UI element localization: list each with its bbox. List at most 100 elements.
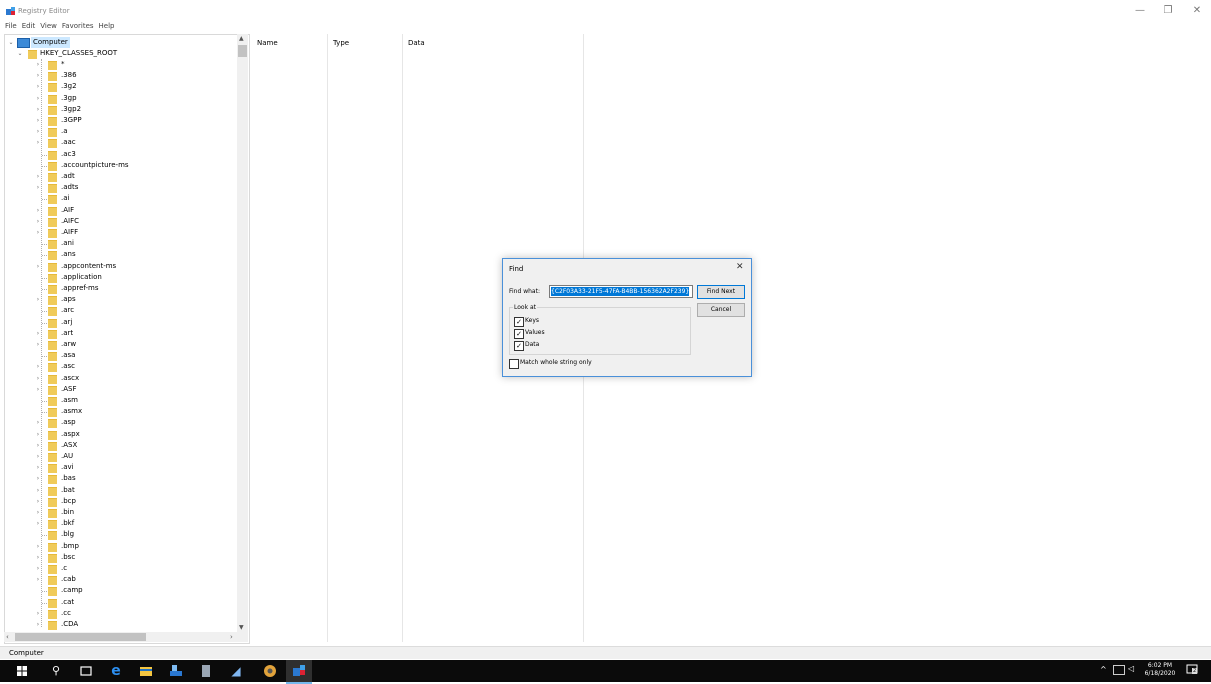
chevron-up-icon[interactable]: ^ [1100,665,1107,674]
tree-guide-line [42,277,47,279]
keys-checkbox[interactable]: ✓ [514,317,524,327]
clock[interactable]: 6:02 PM 6/18/2020 [1142,662,1178,678]
column-divider[interactable] [402,34,403,642]
scroll-down-icon[interactable]: ▼ [239,624,244,631]
menu-bar: File Edit View Favorites Help [0,22,400,33]
chevron-right-icon[interactable]: › [34,59,42,70]
find-what-input[interactable]: {C2F03A33-21F5-47FA-B4BB-156362A2F239} [549,285,693,298]
chevron-right-icon[interactable]: › [34,137,42,148]
tree-item-label: .cc [61,608,71,617]
tree-vertical-scrollbar[interactable] [237,34,248,632]
folder-icon [48,72,57,82]
action-center-icon[interactable]: 2 [1186,664,1198,676]
chevron-right-icon[interactable]: › [34,462,42,473]
scroll-right-icon[interactable]: › [230,633,233,641]
start-windows-icon[interactable] [14,663,30,679]
menu-favorites[interactable]: Favorites [62,22,94,30]
checkmark-icon: ✓ [516,342,522,350]
tree-vertical-scroll-thumb[interactable] [238,45,247,57]
chevron-right-icon[interactable]: › [34,619,42,630]
edge-browser-icon[interactable]: e [108,663,124,679]
chevron-right-icon[interactable]: › [34,541,42,552]
tree-item-label: .CDA [61,620,79,628]
media-icon[interactable] [262,663,278,679]
tree-item-label: .adts [61,183,79,192]
chevron-right-icon[interactable]: › [34,227,42,238]
chevron-right-icon[interactable]: › [34,518,42,529]
chevron-right-icon[interactable]: › [34,70,42,81]
tree-horizontal-scroll-thumb[interactable] [15,633,146,641]
tree-item-label: .3gp [61,93,77,102]
tree-item-label: .3g2 [61,82,77,91]
status-bar [0,646,1211,659]
match-whole-checkbox[interactable] [509,359,519,369]
chevron-right-icon[interactable]: › [34,563,42,574]
chevron-right-icon[interactable]: › [34,473,42,484]
chevron-right-icon[interactable]: › [34,608,42,619]
chevron-right-icon[interactable]: › [34,115,42,126]
chevron-right-icon[interactable]: › [34,171,42,182]
scroll-left-icon[interactable]: ‹ [6,633,9,641]
chevron-right-icon[interactable]: › [34,361,42,372]
chevron-right-icon[interactable]: › [34,339,42,350]
match-whole-label: Match whole string only [520,359,592,366]
chevron-down-icon[interactable]: ⌄ [7,37,15,48]
chevron-right-icon[interactable]: › [34,496,42,507]
chevron-right-icon[interactable]: › [34,261,42,272]
chevron-right-icon[interactable]: › [34,485,42,496]
app-icon[interactable]: ◢ [228,663,244,679]
minimize-button[interactable]: — [1130,2,1150,20]
chevron-right-icon[interactable]: › [34,384,42,395]
find-next-button[interactable]: Find Next [697,285,745,299]
menu-file[interactable]: File [5,22,17,30]
column-header-data[interactable]: Data [408,39,425,47]
tree-item-label: .ac3 [61,149,76,158]
key-tree[interactable]: ⌄ Computer ⌄ HKEY_CLASSES_ROOT › * › .386 ›.… [4,34,250,644]
powershell-icon[interactable] [198,663,214,679]
data-checkbox[interactable]: ✓ [514,341,524,351]
network-icon[interactable] [1113,665,1125,675]
clock-time: 6:02 PM [1147,662,1173,669]
search-icon[interactable]: ⚲ [48,663,64,679]
chevron-right-icon[interactable]: › [34,93,42,104]
chevron-right-icon[interactable]: › [34,216,42,227]
tree-guide-line [42,401,47,402]
chevron-right-icon[interactable]: › [34,104,42,115]
chevron-right-icon[interactable]: › [34,552,42,563]
cancel-button[interactable]: Cancel [697,303,745,317]
menu-edit[interactable]: Edit [22,22,36,30]
menu-view[interactable]: View [40,22,57,30]
tree-item-label: .bcp [61,496,76,505]
values-checkbox[interactable]: ✓ [514,329,524,339]
chevron-down-icon[interactable]: ⌄ [16,48,24,59]
close-icon[interactable]: ✕ [736,262,744,272]
chevron-right-icon[interactable]: › [34,417,42,428]
maximize-button[interactable]: ❐ [1158,2,1178,20]
server-manager-icon[interactable] [168,663,184,679]
task-view-icon[interactable] [78,663,94,679]
column-divider[interactable] [327,34,328,642]
volume-icon[interactable]: ◁ [1128,664,1134,673]
folder-icon [48,553,57,563]
column-header-type[interactable]: Type [333,39,349,47]
file-explorer-icon[interactable] [138,663,154,679]
chevron-right-icon[interactable]: › [34,126,42,137]
chevron-right-icon[interactable]: › [34,574,42,585]
chevron-right-icon[interactable]: › [34,429,42,440]
menu-help[interactable]: Help [99,22,115,30]
chevron-right-icon[interactable]: › [34,373,42,384]
chevron-right-icon[interactable]: › [34,451,42,462]
column-header-name[interactable]: Name [257,39,278,47]
folder-icon [48,598,57,608]
chevron-right-icon[interactable]: › [34,507,42,518]
chevron-right-icon[interactable]: › [34,81,42,92]
chevron-right-icon[interactable]: › [34,182,42,193]
chevron-right-icon[interactable]: › [34,328,42,339]
chevron-right-icon[interactable]: › [34,440,42,451]
folder-icon [48,531,57,541]
chevron-right-icon[interactable]: › [34,294,42,305]
registry-editor-taskbar-button[interactable] [286,660,312,684]
scroll-up-icon[interactable]: ▲ [239,35,244,42]
close-button[interactable]: ✕ [1187,2,1207,20]
chevron-right-icon[interactable]: › [34,205,42,216]
